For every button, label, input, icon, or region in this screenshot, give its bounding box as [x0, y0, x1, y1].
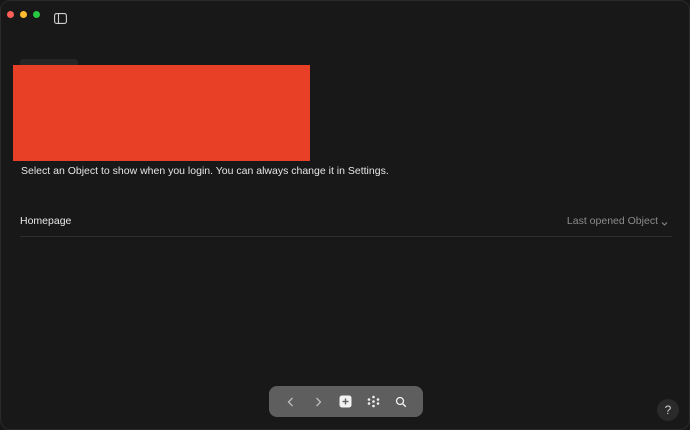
bottom-navigation-bar: [269, 386, 423, 417]
onboarding-subtitle: Select an Object to show when you login.…: [21, 165, 389, 177]
window-controls: [7, 11, 40, 18]
homepage-select-value: Last opened Object: [566, 215, 658, 227]
search-button[interactable]: [392, 393, 410, 411]
graph-button[interactable]: [365, 393, 383, 411]
homepage-select[interactable]: Last opened Object: [567, 215, 668, 227]
search-icon: [396, 396, 407, 407]
chevron-down-icon: [661, 218, 668, 226]
sidebar-toggle-icon[interactable]: [54, 11, 67, 24]
close-window-button[interactable]: [7, 11, 14, 18]
homepage-setting-row: Homepage Last opened Object: [20, 207, 672, 237]
forward-button[interactable]: [309, 393, 327, 411]
back-button[interactable]: [282, 393, 300, 411]
chevron-left-icon: [287, 397, 293, 406]
app-window: Select an Object to show when you login.…: [0, 0, 690, 430]
minimize-window-button[interactable]: [20, 11, 27, 18]
chevron-right-icon: [316, 397, 322, 406]
plus-square-icon: [339, 395, 352, 408]
zoom-window-button[interactable]: [33, 11, 40, 18]
help-button[interactable]: ?: [657, 399, 679, 421]
redacted-block: [13, 65, 310, 161]
homepage-label: Homepage: [20, 215, 72, 227]
create-object-button[interactable]: [337, 393, 355, 411]
graph-dots-icon: [367, 395, 380, 408]
